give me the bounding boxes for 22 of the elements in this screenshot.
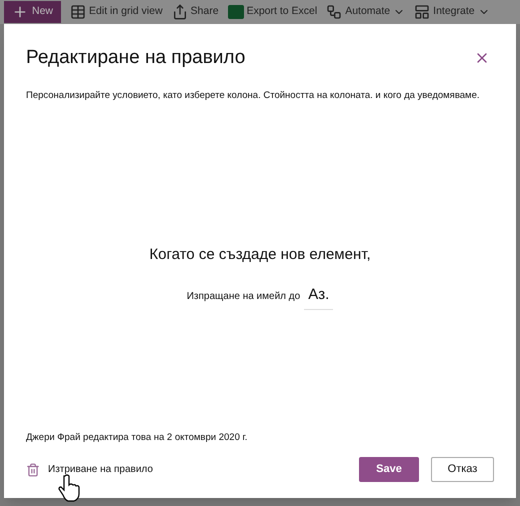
toolbar-button[interactable]: Integrate (414, 4, 490, 20)
dialog-description: Персонализирайте условието, като изберете колона. Стойността на колоната. и кого да уведомяваме. (26, 88, 480, 102)
dialog-title: Редактиране на правило (26, 46, 246, 70)
share-icon (172, 4, 188, 20)
cancel-button[interactable]: Отказ (431, 457, 494, 482)
delete-rule-link[interactable]: Изтриване на правило (48, 462, 153, 477)
flow-icon (326, 4, 342, 20)
toolbar-button[interactable]: Share (172, 4, 219, 20)
save-button[interactable]: Save (359, 457, 419, 482)
panel-icon (414, 4, 430, 20)
recipient-field[interactable]: Аз. (304, 284, 334, 310)
edited-note: Джери Фрай редактира това на 2 октомври 2020 г. (26, 430, 248, 445)
action-label: Изпращане на имейл до (186, 290, 300, 304)
toolbar-button[interactable]: Export to Excel (228, 4, 318, 20)
plus-icon (12, 4, 28, 20)
spreadsheet-icon (228, 5, 244, 19)
condition-text: Когато се създаде нов елемент, (149, 244, 371, 265)
toolbar-button[interactable]: Edit in grid view (70, 4, 163, 20)
new-button[interactable]: New (4, 1, 62, 23)
table-icon (70, 4, 86, 20)
trash-icon (26, 462, 40, 476)
toolbar-button[interactable]: Automate (326, 4, 406, 20)
